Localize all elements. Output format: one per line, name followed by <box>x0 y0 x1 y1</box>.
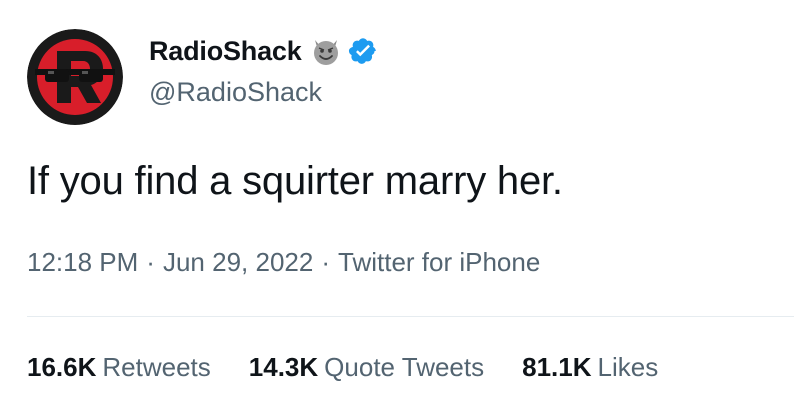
quote-tweets-stat[interactable]: 14.3K Quote Tweets <box>249 352 484 383</box>
smiling-devil-icon <box>310 35 342 67</box>
tweet-card: RadioShack @RadioShack If you find a squ… <box>0 0 794 408</box>
retweets-count: 16.6K <box>27 352 97 382</box>
likes-stat[interactable]: 81.1K Likes <box>522 352 658 383</box>
likes-label: Likes <box>597 352 659 382</box>
radioshack-logo-sunglasses-icon <box>27 29 123 125</box>
retweets-stat[interactable]: 16.6K Retweets <box>27 352 211 383</box>
author-display-name[interactable]: RadioShack <box>149 36 302 67</box>
author-name-row: RadioShack <box>149 33 378 69</box>
author-handle[interactable]: @RadioShack <box>149 77 322 108</box>
verified-badge-icon <box>348 36 378 66</box>
meta-separator: · <box>146 247 155 277</box>
avatar[interactable] <box>27 29 123 125</box>
tweet-date[interactable]: Jun 29, 2022 <box>163 247 313 277</box>
tweet-meta: 12:18 PM · Jun 29, 2022 · Twitter for iPhone <box>27 247 540 278</box>
quote-tweets-label: Quote Tweets <box>324 352 485 382</box>
divider <box>27 316 794 317</box>
meta-separator: · <box>321 247 330 277</box>
engagement-stats: 16.6K Retweets 14.3K Quote Tweets 81.1K Lik… <box>27 352 696 383</box>
tweet-time[interactable]: 12:18 PM <box>27 247 138 277</box>
retweets-label: Retweets <box>102 352 211 382</box>
tweet-source[interactable]: Twitter for iPhone <box>338 247 540 277</box>
quote-tweets-count: 14.3K <box>248 352 319 382</box>
tweet-text: If you find a squirter marry her. <box>27 159 563 203</box>
likes-count: 81.1K <box>522 352 592 382</box>
